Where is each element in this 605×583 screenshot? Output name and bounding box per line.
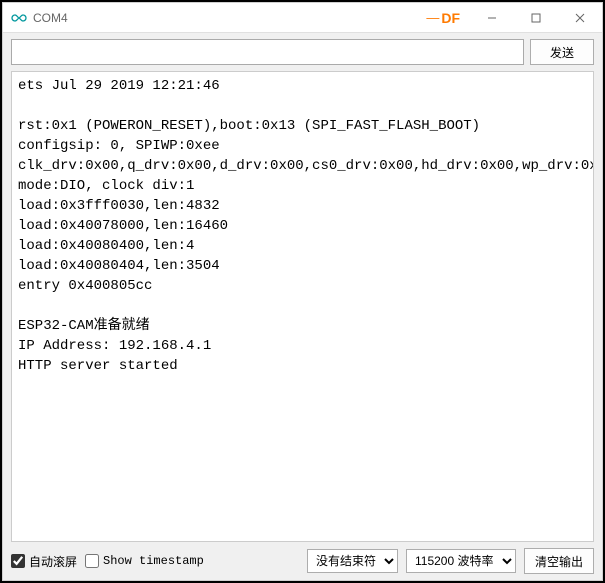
timestamp-checkbox[interactable]: Show timestamp (85, 554, 204, 568)
baud-rate-select[interactable]: 115200 波特率 (406, 549, 516, 573)
autoscroll-input[interactable] (11, 554, 25, 568)
window-title: COM4 (33, 11, 68, 25)
maximize-button[interactable] (514, 3, 558, 33)
autoscroll-label: 自动滚屏 (29, 553, 77, 570)
serial-monitor-window: COM4 — DF 发送 ets Jul 29 2019 12:21:46 rs… (2, 2, 603, 581)
clear-output-button[interactable]: 清空输出 (524, 548, 594, 574)
timestamp-label: Show timestamp (103, 554, 204, 568)
arduino-icon (11, 10, 27, 26)
titlebar: COM4 — DF (3, 3, 602, 33)
df-brand-label: DF (441, 10, 460, 26)
serial-input[interactable] (11, 39, 524, 65)
df-dash: — (426, 10, 439, 25)
send-button[interactable]: 发送 (530, 39, 594, 65)
timestamp-input[interactable] (85, 554, 99, 568)
line-ending-select[interactable]: 没有结束符 (307, 549, 398, 573)
toolbar: 发送 (3, 33, 602, 71)
serial-output: ets Jul 29 2019 12:21:46 rst:0x1 (POWERO… (11, 71, 594, 542)
footer: 自动滚屏 Show timestamp 没有结束符 115200 波特率 清空输… (3, 542, 602, 580)
window-controls (470, 3, 602, 33)
minimize-button[interactable] (470, 3, 514, 33)
autoscroll-checkbox[interactable]: 自动滚屏 (11, 553, 77, 570)
close-button[interactable] (558, 3, 602, 33)
